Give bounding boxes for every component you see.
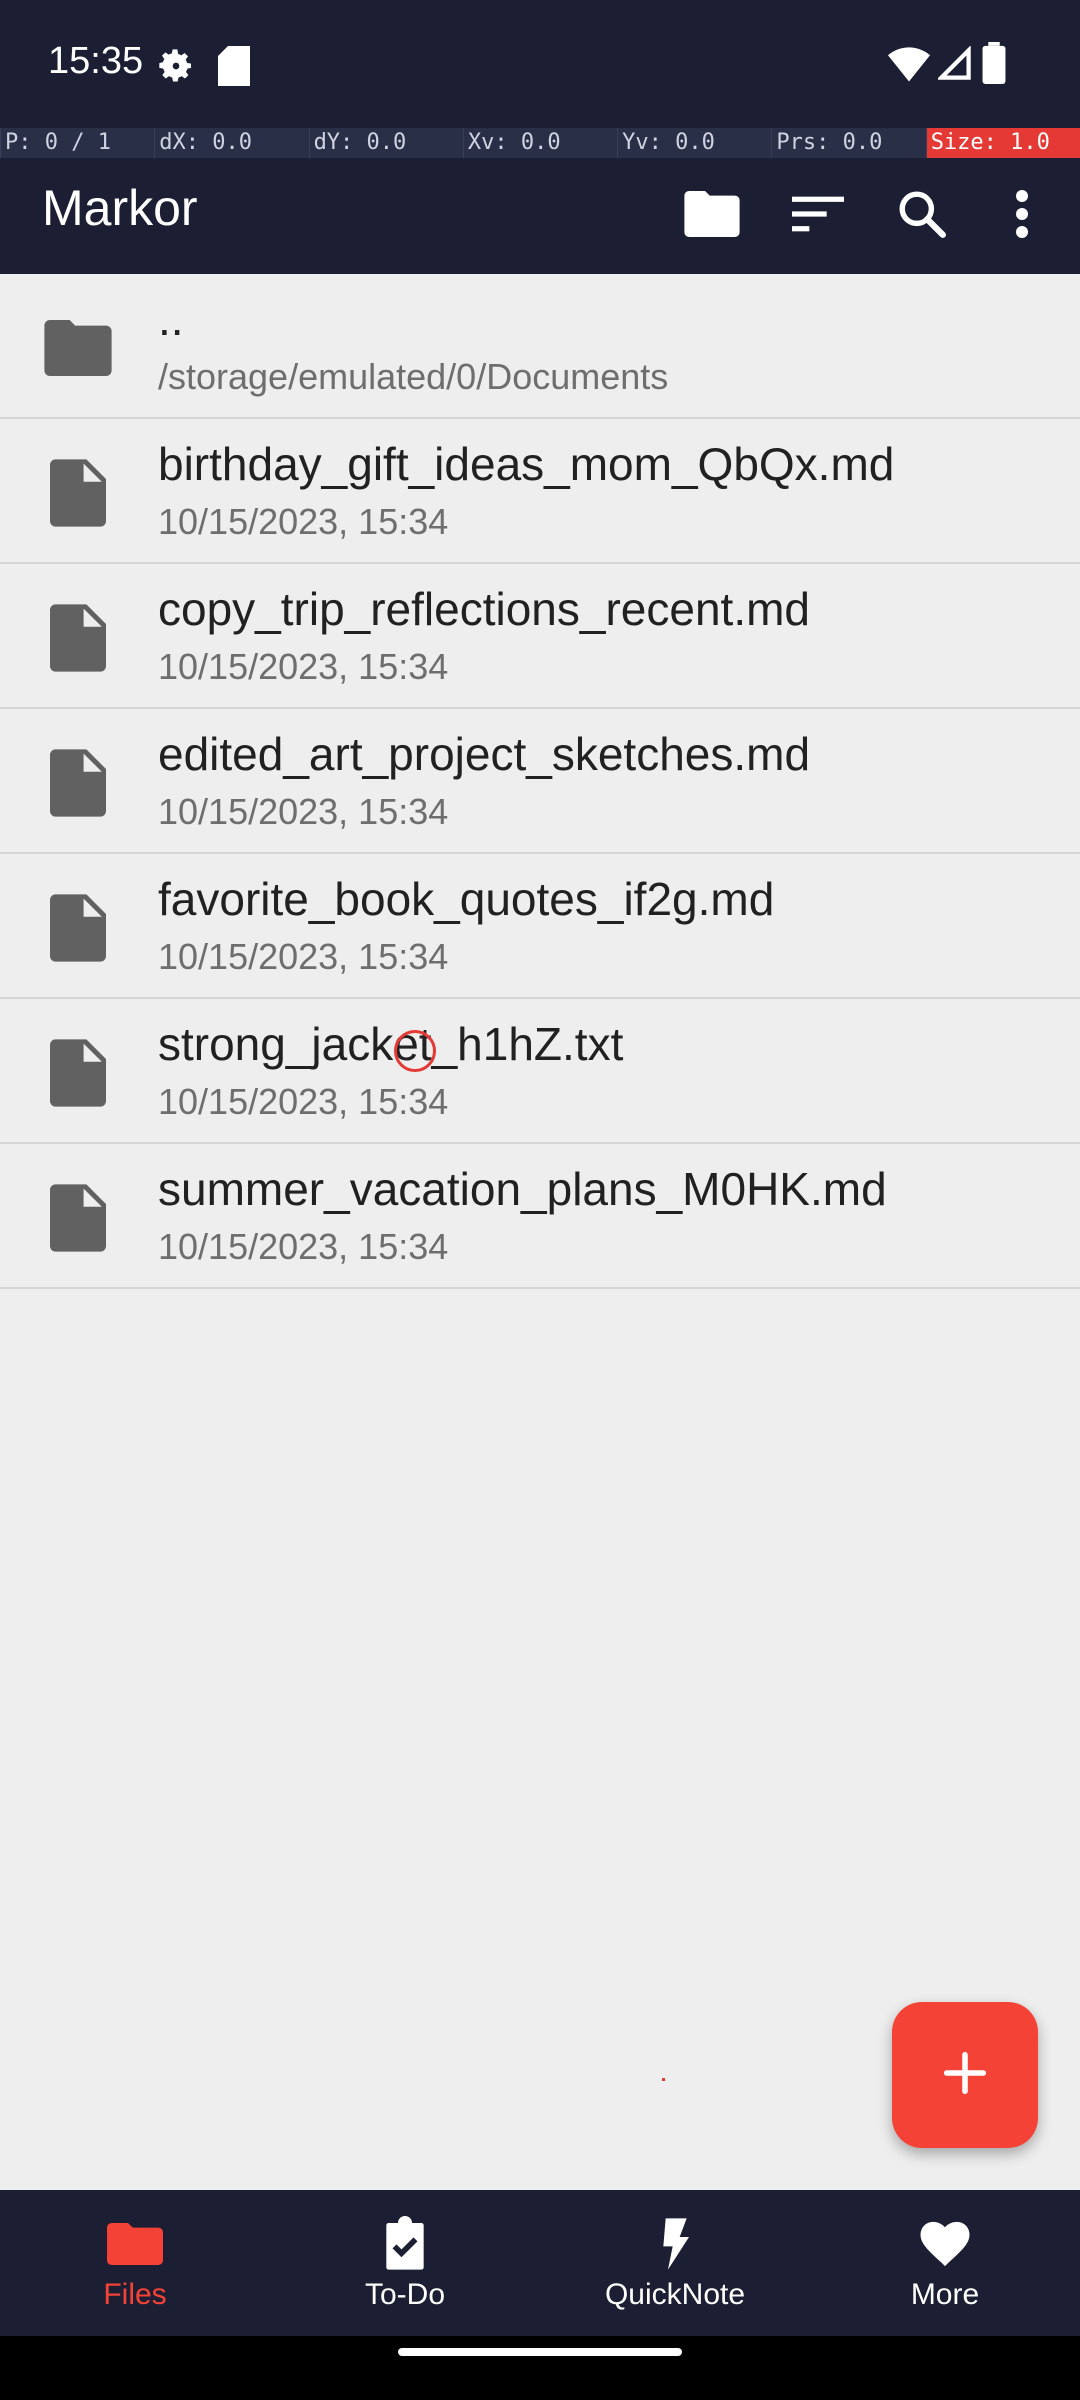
nav-label: To-Do: [364, 2278, 446, 2311]
nav-label: QuickNote: [604, 2278, 746, 2311]
pointer-cell: dY: 0.0: [308, 128, 463, 158]
item-date: 10/15/2023, 15:34: [158, 936, 449, 977]
item-name: edited_art_project_sketches.md: [158, 728, 811, 780]
sort-button[interactable]: [780, 178, 856, 254]
more-options-button[interactable]: [984, 178, 1060, 254]
sort-icon: [792, 196, 844, 237]
file-icon: [44, 1039, 112, 1107]
item-date: 10/15/2023, 15:34: [158, 1226, 449, 1267]
pointer-cell: Prs: 0.0: [771, 128, 926, 158]
battery-icon: [982, 42, 1006, 89]
gesture-navigation-area: [0, 2336, 1080, 2400]
pointer-location-bar: P: 0 / 1 dX: 0.0 dY: 0.0 Xv: 0.0 Yv: 0.0…: [0, 128, 1080, 158]
signal-icon: [936, 45, 972, 87]
pointer-cell: dX: 0.0: [154, 128, 309, 158]
nav-more[interactable]: More: [810, 2190, 1080, 2336]
list-item-file[interactable]: birthday_gift_ideas_mom_QbQx.md 10/15/20…: [0, 419, 1080, 564]
list-item-file[interactable]: summer_vacation_plans_M0HK.md 10/15/2023…: [0, 1144, 1080, 1289]
search-button[interactable]: [884, 178, 960, 254]
nav-label: More: [910, 2278, 980, 2311]
list-item-file[interactable]: copy_trip_reflections_recent.md 10/15/20…: [0, 564, 1080, 709]
pointer-cell: P: 0 / 1: [0, 128, 155, 158]
item-path: /storage/emulated/0/Documents: [158, 356, 669, 397]
file-icon: [44, 749, 112, 817]
app-title: Markor: [42, 180, 198, 236]
list-item-file[interactable]: favorite_book_quotes_if2g.md 10/15/2023,…: [0, 854, 1080, 999]
item-date: 10/15/2023, 15:34: [158, 646, 449, 687]
item-name: ..: [158, 293, 184, 345]
folder-button[interactable]: [674, 178, 750, 254]
file-icon: [44, 894, 112, 962]
file-list: .. /storage/emulated/0/Documents birthda…: [0, 274, 1080, 1289]
new-file-button[interactable]: [892, 2002, 1038, 2148]
home-gesture-handle[interactable]: [398, 2348, 682, 2356]
search-icon: [897, 189, 947, 244]
file-icon: [44, 604, 112, 672]
bottom-navigation: Files To-Do QuickNote More: [0, 2190, 1080, 2336]
touch-indicator: [394, 1030, 436, 1072]
list-item-file[interactable]: edited_art_project_sketches.md 10/15/202…: [0, 709, 1080, 854]
item-name: summer_vacation_plans_M0HK.md: [158, 1163, 887, 1215]
pointer-cell: Size: 1.0: [925, 128, 1080, 158]
nav-todo[interactable]: To-Do: [270, 2190, 540, 2336]
nav-files[interactable]: Files: [0, 2190, 270, 2336]
item-date: 10/15/2023, 15:34: [158, 791, 449, 832]
item-date: 10/15/2023, 15:34: [158, 1081, 449, 1122]
file-icon: [44, 459, 112, 527]
nav-label: Files: [103, 2278, 167, 2311]
status-bar: 15:35: [0, 0, 1080, 128]
plus-icon: [943, 2051, 987, 2100]
settings-icon: [156, 46, 196, 91]
nav-quicknote[interactable]: QuickNote: [540, 2190, 810, 2336]
folder-icon: [44, 314, 112, 382]
item-name: strong_jacket_h1hZ.txt: [158, 1018, 624, 1070]
clipboard-check-icon: [377, 2216, 433, 2272]
list-item-file[interactable]: strong_jacket_h1hZ.txt 10/15/2023, 15:34: [0, 999, 1080, 1144]
item-date: 10/15/2023, 15:34: [158, 501, 449, 542]
item-name: birthday_gift_ideas_mom_QbQx.md: [158, 438, 895, 490]
heart-icon: [917, 2216, 973, 2272]
folder-icon: [107, 2216, 163, 2272]
sd-card-icon: [218, 46, 250, 91]
pointer-cell: Yv: 0.0: [617, 128, 772, 158]
more-vert-icon: [1014, 189, 1030, 243]
app-bar: Markor: [0, 158, 1080, 274]
status-time: 15:35: [48, 40, 144, 82]
folder-icon: [684, 190, 740, 242]
file-icon: [44, 1184, 112, 1252]
list-item-parent-folder[interactable]: .. /storage/emulated/0/Documents: [0, 274, 1080, 419]
flash-icon: [647, 2216, 703, 2272]
pointer-cell: Xv: 0.0: [462, 128, 618, 158]
item-name: favorite_book_quotes_if2g.md: [158, 873, 775, 925]
touch-dot: [662, 2078, 665, 2081]
item-name: copy_trip_reflections_recent.md: [158, 583, 810, 635]
wifi-icon: [888, 46, 930, 87]
